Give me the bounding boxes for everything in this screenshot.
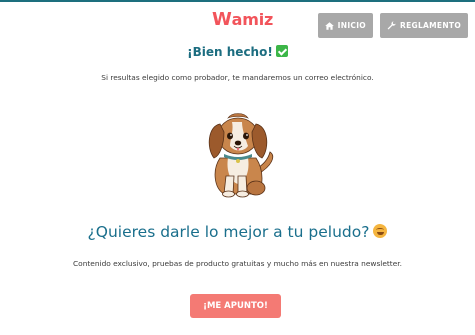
nav-button-inicio[interactable]: INICIO bbox=[317, 13, 373, 38]
check-mark-icon bbox=[275, 45, 288, 57]
puppy-illustration bbox=[208, 113, 274, 198]
success-title: ¡Bien hecho! bbox=[0, 44, 475, 60]
nav-button-inicio-label: INICIO bbox=[337, 21, 366, 30]
wrench-icon bbox=[387, 21, 396, 30]
success-message: Si resultas elegido como probador, te ma… bbox=[101, 73, 374, 82]
wamiz-logo[interactable]: Wamiz bbox=[212, 11, 273, 29]
promo-description: Contenido exclusivo, pruebas de producto… bbox=[73, 259, 402, 268]
star-struck-emoji-icon bbox=[373, 224, 388, 238]
header-nav: INICIO REGLAMENTO bbox=[317, 13, 468, 38]
nav-button-reglamento-label: REGLAMENTO bbox=[400, 21, 461, 30]
logo-initial: W bbox=[212, 9, 232, 30]
logo-rest: amiz bbox=[231, 10, 274, 29]
page: Wamiz INICIO REGLAMENTO ¡Bien hecho! Si … bbox=[0, 0, 475, 335]
promo-headline: ¿Quieres darle lo mejor a tu peludo? bbox=[0, 222, 475, 242]
promo-headline-text: ¿Quieres darle lo mejor a tu peludo? bbox=[87, 223, 370, 241]
success-title-text: ¡Bien hecho! bbox=[187, 45, 273, 59]
nav-button-reglamento[interactable]: REGLAMENTO bbox=[380, 13, 468, 38]
subscribe-button[interactable]: ¡ME APUNTO! bbox=[190, 294, 281, 318]
top-accent-bar bbox=[0, 0, 475, 2]
home-icon bbox=[324, 21, 334, 30]
